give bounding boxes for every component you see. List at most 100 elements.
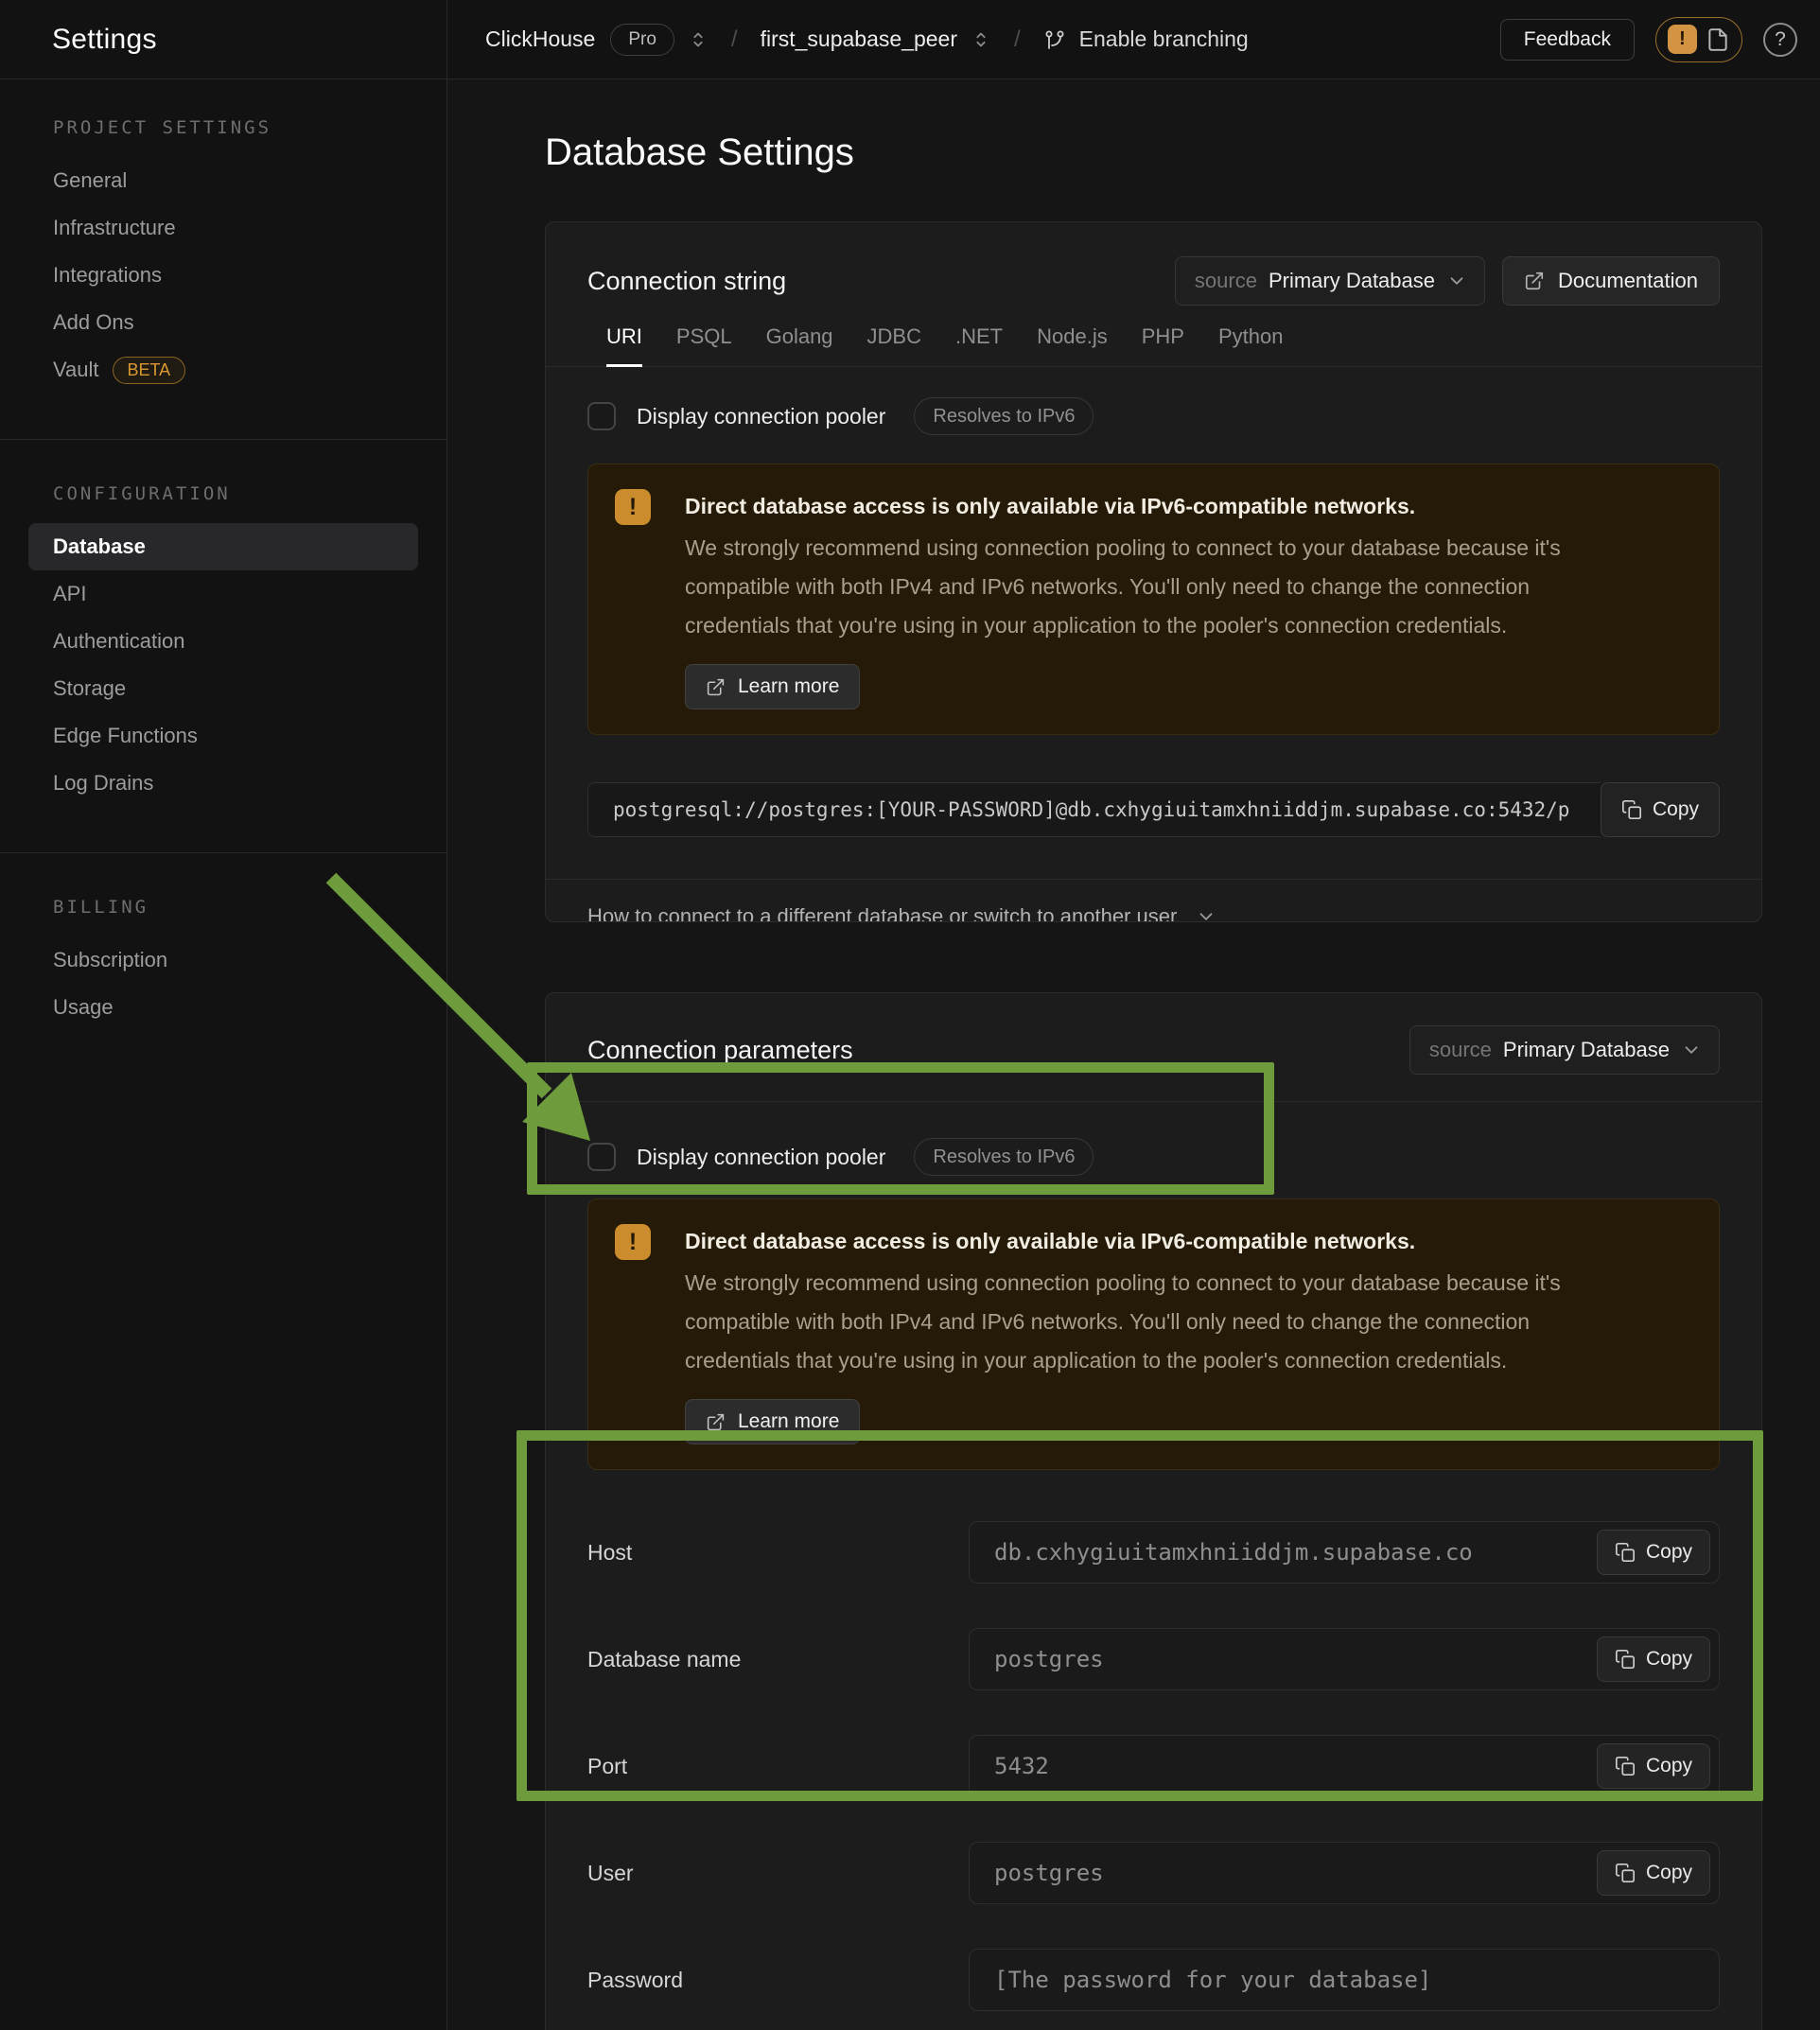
port-label: Port: [587, 1754, 969, 1779]
sidebar-item-authentication[interactable]: Authentication: [28, 618, 418, 665]
sidebar-item-add-ons[interactable]: Add Ons: [28, 299, 418, 346]
tab-dotnet[interactable]: .NET: [955, 324, 1003, 366]
learn-more-button[interactable]: Learn more: [685, 664, 860, 709]
copy-icon: [1615, 1542, 1636, 1563]
copy-host-button[interactable]: Copy: [1597, 1530, 1710, 1575]
copy-label: Copy: [1653, 798, 1699, 821]
database-name-label: Database name: [587, 1647, 969, 1672]
learn-more-label: Learn more: [738, 1410, 839, 1433]
chevron-down-icon: [1196, 906, 1216, 922]
tab-uri[interactable]: URI: [606, 324, 642, 366]
resolves-to-ipv6-badge: Resolves to IPv6: [914, 397, 1094, 435]
documentation-button[interactable]: Documentation: [1502, 256, 1720, 306]
header-left: Settings: [0, 0, 447, 79]
display-connection-pooler-checkbox[interactable]: [587, 1143, 616, 1171]
documentation-label: Documentation: [1558, 269, 1698, 293]
feedback-button[interactable]: Feedback: [1500, 19, 1635, 61]
changelog-icon: [1706, 27, 1730, 52]
chevron-up-down-icon[interactable]: [971, 29, 991, 50]
warning-title: Direct database access is only available…: [685, 493, 1640, 519]
sidebar-item-storage[interactable]: Storage: [28, 665, 418, 712]
app-window: Settings ClickHouse Pro / first_supabase…: [0, 0, 1820, 2030]
connect-help-toggle[interactable]: How to connect to a different database o…: [546, 879, 1761, 922]
sidebar-item-api[interactable]: API: [28, 570, 418, 618]
tab-python[interactable]: Python: [1218, 324, 1284, 366]
copy-connection-string-button[interactable]: Copy: [1601, 782, 1720, 837]
sidebar-item-database[interactable]: Database: [28, 523, 418, 570]
user-row: User postgres Copy: [587, 1842, 1720, 1904]
ipv6-warning-callout: ! Direct database access is only availab…: [587, 464, 1720, 735]
database-name-value: postgres: [994, 1646, 1597, 1672]
sidebar-section-configuration: CONFIGURATION: [28, 483, 418, 504]
tab-jdbc[interactable]: JDBC: [867, 324, 921, 366]
sidebar-item-subscription[interactable]: Subscription: [28, 936, 418, 984]
connection-string-tabs: URI PSQL Golang JDBC .NET Node.js PHP Py…: [546, 306, 1761, 367]
copy-database-name-button[interactable]: Copy: [1597, 1636, 1710, 1682]
connection-string-value[interactable]: postgresql://postgres:[YOUR-PASSWORD]@db…: [587, 782, 1601, 837]
learn-more-button[interactable]: Learn more: [685, 1399, 860, 1444]
warning-body: We strongly recommend using connection p…: [685, 529, 1640, 645]
resolves-to-ipv6-badge: Resolves to IPv6: [914, 1138, 1094, 1176]
breadcrumb-organization[interactable]: ClickHouse: [485, 26, 595, 52]
sidebar-item-log-drains[interactable]: Log Drains: [28, 760, 418, 807]
sidebar-item-edge-functions[interactable]: Edge Functions: [28, 712, 418, 760]
sidebar-section-billing: BILLING: [28, 897, 418, 918]
password-label: Password: [587, 1968, 969, 1993]
copy-icon: [1615, 1863, 1636, 1883]
learn-more-label: Learn more: [738, 675, 839, 698]
tab-php[interactable]: PHP: [1142, 324, 1184, 366]
sidebar-item-integrations[interactable]: Integrations: [28, 252, 418, 299]
sidebar-item-usage[interactable]: Usage: [28, 984, 418, 1031]
user-value: postgres: [994, 1860, 1597, 1886]
user-input[interactable]: postgres Copy: [969, 1842, 1720, 1904]
help-icon[interactable]: ?: [1763, 23, 1797, 57]
connect-help-label: How to connect to a different database o…: [587, 904, 1177, 922]
copy-user-button[interactable]: Copy: [1597, 1850, 1710, 1896]
source-select-value: Primary Database: [1503, 1038, 1670, 1062]
enable-branching-label: Enable branching: [1079, 26, 1249, 52]
display-connection-pooler-label: Display connection pooler: [637, 1145, 885, 1170]
sidebar-item-vault[interactable]: Vault BETA: [28, 346, 418, 394]
enable-branching-button[interactable]: Enable branching: [1043, 26, 1249, 52]
chevron-up-down-icon[interactable]: [688, 29, 709, 50]
host-label: Host: [587, 1540, 969, 1566]
copy-port-button[interactable]: Copy: [1597, 1743, 1710, 1789]
breadcrumb-separator: /: [1014, 26, 1021, 53]
source-select[interactable]: source Primary Database: [1409, 1025, 1720, 1075]
copy-icon: [1615, 1649, 1636, 1670]
sidebar-item-label: Vault: [53, 358, 99, 382]
tab-nodejs[interactable]: Node.js: [1037, 324, 1108, 366]
connection-parameters-title: Connection parameters: [587, 1036, 853, 1065]
header-breadcrumb-bar: ClickHouse Pro / first_supabase_peer / E…: [447, 0, 1820, 79]
sidebar-divider: [0, 439, 446, 440]
host-input[interactable]: db.cxhygiuitamxhniiddjm.supabase.co Copy: [969, 1521, 1720, 1584]
plan-badge: Pro: [610, 24, 674, 56]
tab-golang[interactable]: Golang: [766, 324, 833, 366]
source-select[interactable]: source Primary Database: [1175, 256, 1485, 306]
connection-parameters-header: Connection parameters source Primary Dat…: [546, 993, 1761, 1102]
port-row: Port 5432 Copy: [587, 1735, 1720, 1797]
copy-icon: [1621, 799, 1642, 820]
copy-label: Copy: [1646, 1862, 1692, 1884]
page-title: Settings: [52, 24, 157, 56]
copy-label: Copy: [1646, 1541, 1692, 1564]
warning-body: We strongly recommend using connection p…: [685, 1264, 1640, 1380]
database-name-input[interactable]: postgres Copy: [969, 1628, 1720, 1690]
sidebar-item-general[interactable]: General: [28, 157, 418, 204]
sidebar-item-infrastructure[interactable]: Infrastructure: [28, 204, 418, 252]
database-name-row: Database name postgres Copy: [587, 1628, 1720, 1690]
sidebar-section-project-settings: PROJECT SETTINGS: [28, 117, 418, 138]
notifications-pill[interactable]: !: [1655, 17, 1742, 62]
tab-psql[interactable]: PSQL: [676, 324, 732, 366]
chevron-down-icon: [1681, 1040, 1702, 1060]
breadcrumb-separator: /: [731, 26, 738, 53]
host-value: db.cxhygiuitamxhniiddjm.supabase.co: [994, 1539, 1597, 1566]
chevron-down-icon: [1446, 271, 1467, 291]
breadcrumb-project[interactable]: first_supabase_peer: [761, 26, 957, 52]
port-input[interactable]: 5432 Copy: [969, 1735, 1720, 1797]
display-connection-pooler-checkbox[interactable]: [587, 402, 616, 430]
warning-icon: !: [615, 1224, 651, 1260]
host-row: Host db.cxhygiuitamxhniiddjm.supabase.co…: [587, 1521, 1720, 1584]
password-input[interactable]: [The password for your database]: [969, 1949, 1720, 2011]
port-value: 5432: [994, 1753, 1597, 1779]
